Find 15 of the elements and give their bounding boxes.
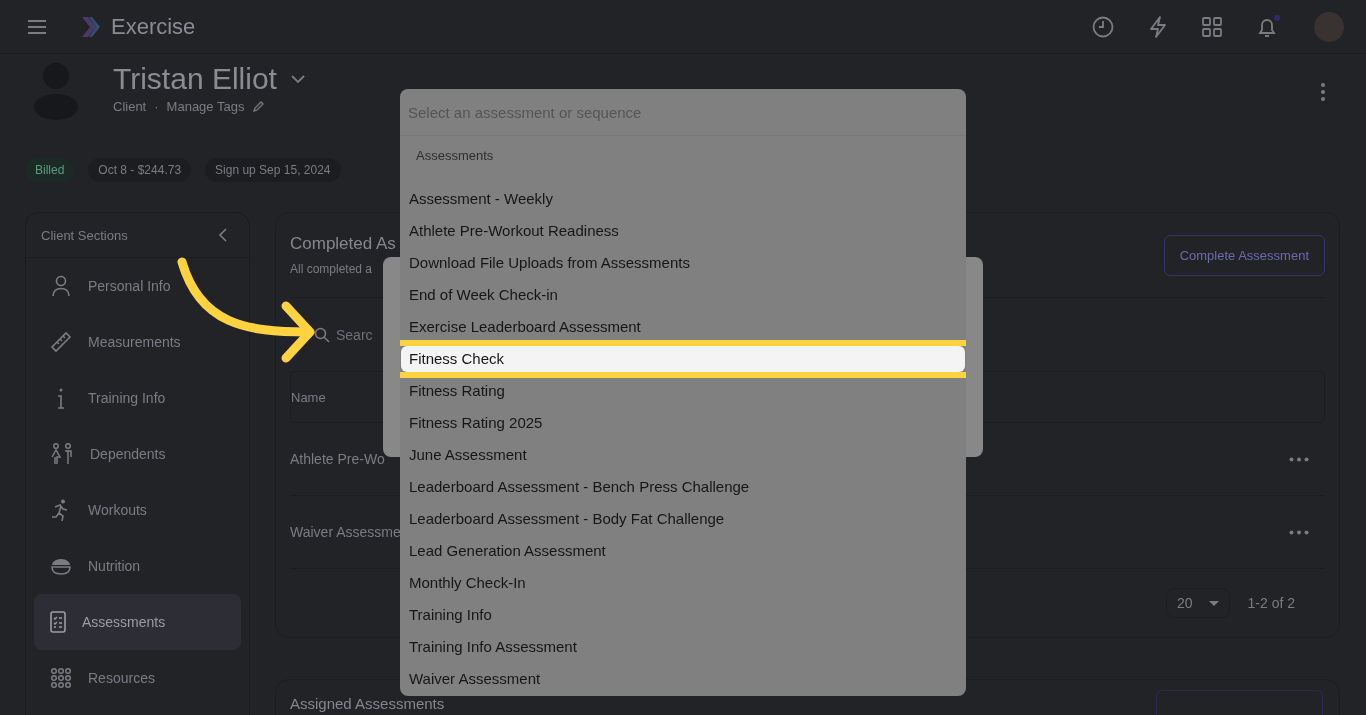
table-cell: Athlete Pre-Wo [290,451,385,467]
separator-dot: · [154,99,159,114]
tag: Sign up Sep 15, 2024 [205,158,341,182]
tag: Oct 8 - $244.73 [88,158,192,182]
group-label: Assessments [415,147,495,165]
card-subtitle: All completed a [290,262,374,276]
status-tag: Billed [25,158,75,182]
card-title: Completed As [290,234,396,254]
pagination-range: 1-2 of 2 [1247,595,1295,611]
card-title: Assigned Assessments [290,696,445,711]
client-name: Tristan Elliot [113,62,277,96]
client-role: Client [113,99,147,114]
table-cell: Waiver Assessme [290,524,401,540]
sidebar-title: Client Sections [41,227,128,243]
app-title: Exercise [111,13,196,40]
